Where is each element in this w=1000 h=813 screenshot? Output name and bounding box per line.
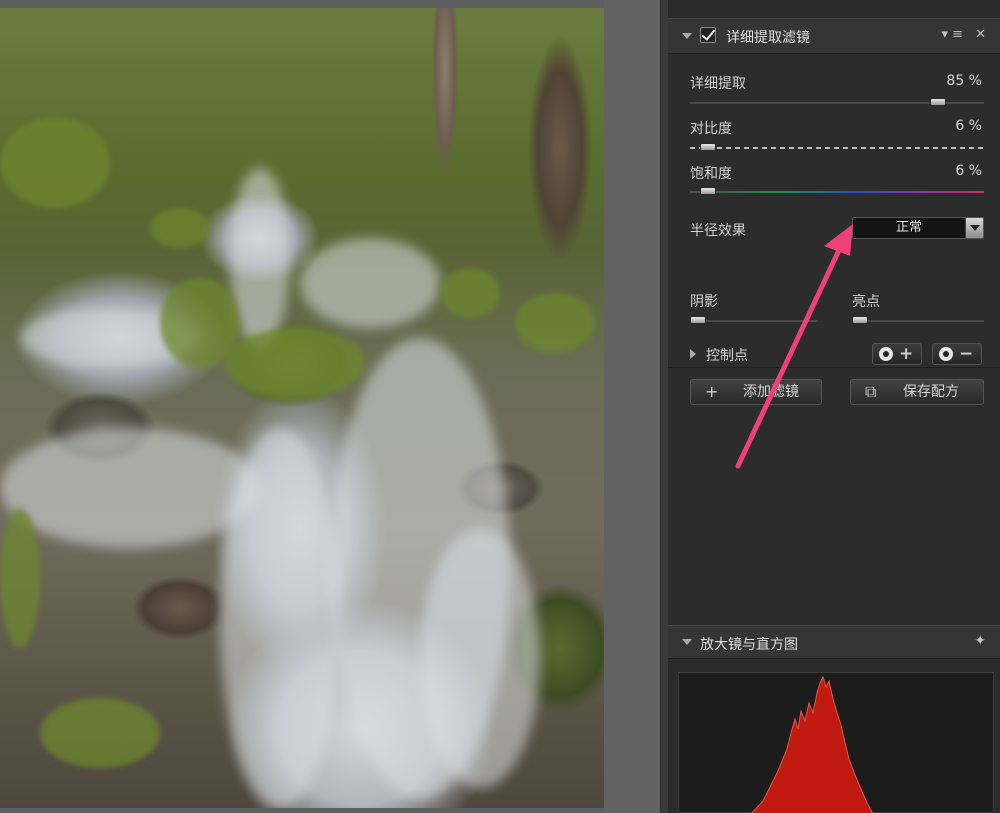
filter-header[interactable]: 详细提取滤镜 ▾≡ ✕: [668, 18, 1000, 54]
pin-icon[interactable]: ✦: [974, 633, 986, 649]
detail-extraction-label: 详细提取: [690, 76, 746, 92]
menu-close-icons[interactable]: ▾≡ ✕: [942, 27, 990, 42]
plus-icon: +: [705, 382, 719, 401]
add-control-point-button[interactable]: +: [872, 343, 922, 365]
filter-body: 详细提取 85 % 对比度 6 % 饱和度 6 %: [668, 55, 1000, 623]
radius-effect-select[interactable]: 正常: [852, 217, 984, 239]
radius-effect-label: 半径效果: [690, 223, 746, 239]
add-filter-button[interactable]: + 添加滤镜: [690, 379, 822, 405]
contrast-value: 6 %: [955, 118, 982, 134]
collapse-triangle-icon[interactable]: [682, 33, 692, 39]
save-recipe-label: 保存配方: [903, 384, 959, 400]
filter-enable-checkbox[interactable]: [700, 27, 716, 43]
filter-panel: 详细提取滤镜 ▾≡ ✕ 详细提取 85 % 对比度 6 % 饱和度 6 % 半径…: [668, 0, 1000, 813]
shadow-slider[interactable]: [690, 320, 818, 322]
saturation-slider[interactable]: [690, 191, 984, 193]
contrast-label: 对比度: [690, 121, 732, 137]
contrast-thumb[interactable]: [699, 143, 716, 151]
contrast-slider[interactable]: [690, 147, 984, 149]
saturation-thumb[interactable]: [699, 187, 716, 195]
highlight-label: 亮点: [852, 294, 880, 310]
shadow-thumb[interactable]: [690, 316, 706, 324]
saturation-label: 饱和度: [690, 166, 732, 182]
shadow-label: 阴影: [690, 294, 718, 310]
chevron-down-icon[interactable]: [965, 218, 983, 238]
highlight-slider[interactable]: [852, 320, 984, 322]
photo-preview[interactable]: [0, 8, 604, 808]
loupe-histogram-title: 放大镜与直方图: [700, 637, 798, 653]
loupe-histogram-header[interactable]: 放大镜与直方图 ✦: [668, 625, 1000, 659]
save-recipe-button[interactable]: ⧉ 保存配方: [850, 379, 984, 405]
radius-effect-value: 正常: [895, 220, 922, 235]
add-filter-label: 添加滤镜: [743, 384, 799, 400]
histogram-graph: [751, 675, 874, 813]
app-window: 详细提取滤镜 ▾≡ ✕ 详细提取 85 % 对比度 6 % 饱和度 6 % 半径…: [0, 0, 1000, 813]
plus-icon: +: [899, 344, 914, 364]
highlight-thumb[interactable]: [852, 316, 868, 324]
detail-extraction-value: 85 %: [946, 73, 982, 89]
control-point-icon: [939, 347, 953, 361]
detail-extraction-thumb[interactable]: [929, 98, 946, 106]
panel-divider[interactable]: [660, 0, 668, 813]
control-points-row: 控制点 + −: [668, 340, 1000, 368]
minus-icon: −: [959, 344, 974, 364]
remove-control-point-button[interactable]: −: [932, 343, 982, 365]
save-recipe-icon: ⧉: [865, 382, 877, 401]
histogram: [678, 672, 994, 813]
canvas-background: [604, 0, 664, 813]
filter-title: 详细提取滤镜: [726, 30, 810, 46]
saturation-value: 6 %: [955, 163, 982, 179]
control-points-label: 控制点: [706, 348, 748, 364]
expand-triangle-icon[interactable]: [690, 349, 696, 359]
control-point-icon: [879, 347, 893, 361]
collapse-triangle-icon[interactable]: [682, 639, 692, 645]
